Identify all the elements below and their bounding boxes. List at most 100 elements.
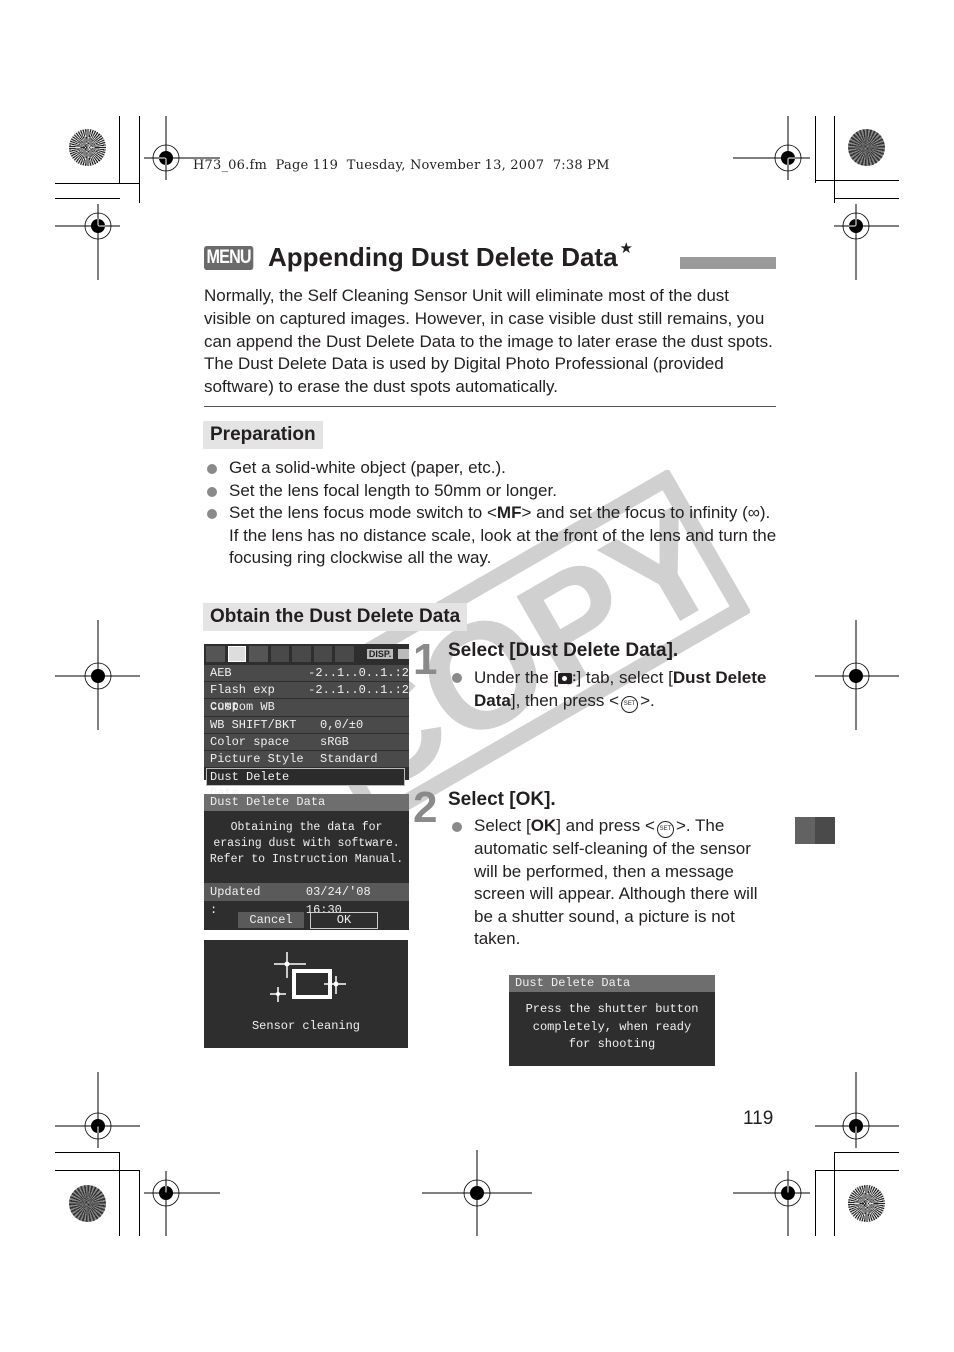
list-item: Under the [:] tab, select [Dust Delete D…: [449, 666, 769, 713]
row-label: AEB: [210, 666, 232, 680]
step-number: 1: [413, 635, 438, 684]
message-line: Obtaining the data for: [230, 821, 383, 834]
message-line: completely, when ready: [532, 1019, 692, 1034]
title-decorative-bar: [680, 257, 776, 269]
list-item: Set the lens focal length to 50mm or lon…: [204, 480, 784, 503]
step-2-list: Select [OK] and press < SET >. The automat…: [449, 815, 779, 951]
registration-mark-icon: [55, 203, 121, 280]
page-title: Appending Dust Delete Data: [267, 242, 618, 272]
preparation-heading: Preparation: [203, 421, 323, 449]
lcd-menu-screen: DISP. AEB -2..1..0..1.:2 Flash exp comp -2…: [204, 644, 409, 800]
registration-mark-icon: [733, 116, 811, 181]
step-1-list: Under the [:] tab, select [Dust Delete D…: [449, 666, 769, 713]
item-text: ] tab, select [: [576, 668, 673, 687]
my-menu-tab-icon: [335, 646, 354, 662]
cancel-button: Cancel: [238, 912, 304, 928]
dialog-message: Obtaining the data for erasing dust with…: [204, 811, 409, 872]
menu-row-dust-delete-data: Dust Delete Data: [206, 768, 405, 800]
menu-row-color-space: Color space sRGB: [204, 732, 409, 750]
item-text: >. The automatic self-cleaning of the se…: [474, 816, 758, 949]
item-text: Select [: [474, 816, 531, 835]
row-value: Standard: [320, 751, 378, 766]
lcd-press-shutter: Dust Delete Data Press the shutter butto…: [509, 975, 715, 1066]
list-item: Select [OK] and press < SET >. The automat…: [449, 815, 779, 951]
intro-paragraph: Normally, the Self Cleaning Sensor Unit …: [204, 286, 773, 397]
item-text: >.: [640, 690, 655, 710]
dialog-message: Press the shutter button completely, whe…: [509, 992, 715, 1054]
row-value: -2..1..0..1.:2: [308, 683, 409, 698]
star-icon: ★: [619, 239, 633, 257]
row-value: 0,0/±0: [320, 717, 364, 732]
row-label: Flash exp comp: [210, 683, 275, 714]
menu-row-aeb: AEB -2..1..0..1.:2: [204, 664, 409, 682]
menu-badge-icon: MENU: [204, 245, 254, 270]
message-line: Refer to Instruction Manual.: [209, 853, 404, 866]
dialog-buttons: Cancel OK: [238, 912, 409, 929]
menu-row-custom-wb: Custom WB: [204, 698, 409, 716]
list-item: Set the lens focus mode switch to <MF> a…: [204, 502, 784, 570]
menu-row-flash-exp-comp: Flash exp comp -2..1..0..1.:2: [204, 681, 409, 714]
registration-mark-icon: [143, 1170, 220, 1236]
divider: [204, 406, 776, 407]
registration-mark-icon: [55, 1072, 140, 1149]
menu-tabs: DISP.: [204, 644, 409, 664]
file-slug: H73_06.fm Page 119 Tuesday, November 13,…: [193, 158, 610, 173]
shooting-menu-2-icon: [558, 673, 573, 684]
step-title: Select [Dust Delete Data].: [448, 640, 679, 661]
set-button-icon: SET: [621, 695, 639, 713]
set-button-icon: SET: [656, 821, 674, 838]
shooting-tab-1-icon: [206, 646, 225, 662]
updated-value: 03/24/'08 16:30: [305, 885, 371, 917]
registration-mark-icon: [55, 620, 140, 730]
step-number: 2: [413, 783, 438, 832]
registration-mark-icon: [815, 1072, 899, 1149]
row-label: Custom WB: [210, 700, 275, 715]
registration-mark-icon: [815, 620, 899, 730]
sensor-cleaning-icon: [270, 952, 346, 1002]
message-line: for shooting: [568, 1037, 656, 1051]
sensor-cleaning-label: Sensor cleaning: [251, 1019, 361, 1033]
item-text: Under the [: [474, 668, 559, 687]
bold-text: OK: [530, 816, 557, 835]
dialog-title: Dust Delete Data: [509, 975, 715, 992]
thumb-tab-left: [795, 817, 815, 844]
lcd-sensor-cleaning: Sensor cleaning: [204, 940, 408, 1048]
setup-tab-1-icon: [270, 646, 290, 662]
message-line: Press the shutter button: [525, 1002, 699, 1016]
updated-label: Updated :: [210, 885, 261, 917]
shooting-tab-2-icon: [227, 646, 247, 662]
menu-row-picture-style: Picture Style Standard: [204, 749, 409, 768]
dialog-title: Dust Delete Data: [204, 794, 409, 811]
grid-icon: [398, 649, 409, 659]
item-text: ], then press <: [510, 690, 620, 710]
obtain-heading: Obtain the Dust Delete Data: [203, 603, 468, 631]
registration-mark-icon: [833, 203, 899, 280]
playback-tab-icon: [249, 646, 268, 662]
item-text: ] and press <: [556, 816, 655, 835]
row-label: Picture Style: [210, 751, 304, 766]
step-title: Select [OK].: [448, 789, 556, 810]
item-text: Set the lens focus mode switch to <: [229, 503, 497, 523]
row-label: Color space: [210, 734, 290, 749]
title-row: MENU Appending Dust Delete Data ★: [204, 239, 633, 273]
row-label: WB SHIFT/BKT: [210, 717, 297, 732]
chapter-thumb-tab: [795, 817, 835, 844]
message-line: erasing dust with software.: [213, 837, 400, 850]
list-item: Get a solid-white object (paper, etc.).: [204, 457, 784, 480]
page-number: 119: [743, 1108, 774, 1129]
lcd-dust-dialog: Dust Delete Data Obtaining the data for …: [204, 794, 409, 930]
setup-tab-2-icon: [292, 646, 311, 662]
setup-tab-3-icon: [313, 646, 333, 662]
menu-row-wb-shift: WB SHIFT/BKT 0,0/±0: [204, 715, 409, 733]
registration-mark-icon: [733, 1170, 811, 1236]
row-value: sRGB: [320, 734, 349, 749]
row-value: -2..1..0..1.:2: [308, 666, 409, 680]
registration-mark-icon: [422, 1150, 532, 1236]
thumb-tab-right: [815, 817, 835, 844]
ok-button: OK: [310, 912, 378, 929]
updated-row: Updated : 03/24/'08 16:30: [204, 883, 409, 917]
disp-label: DISP.: [366, 649, 394, 659]
preparation-list: Get a solid-white object (paper, etc.). …: [204, 457, 784, 570]
mf-label: MF: [496, 503, 522, 523]
row-label: Dust Delete Data: [210, 770, 290, 800]
